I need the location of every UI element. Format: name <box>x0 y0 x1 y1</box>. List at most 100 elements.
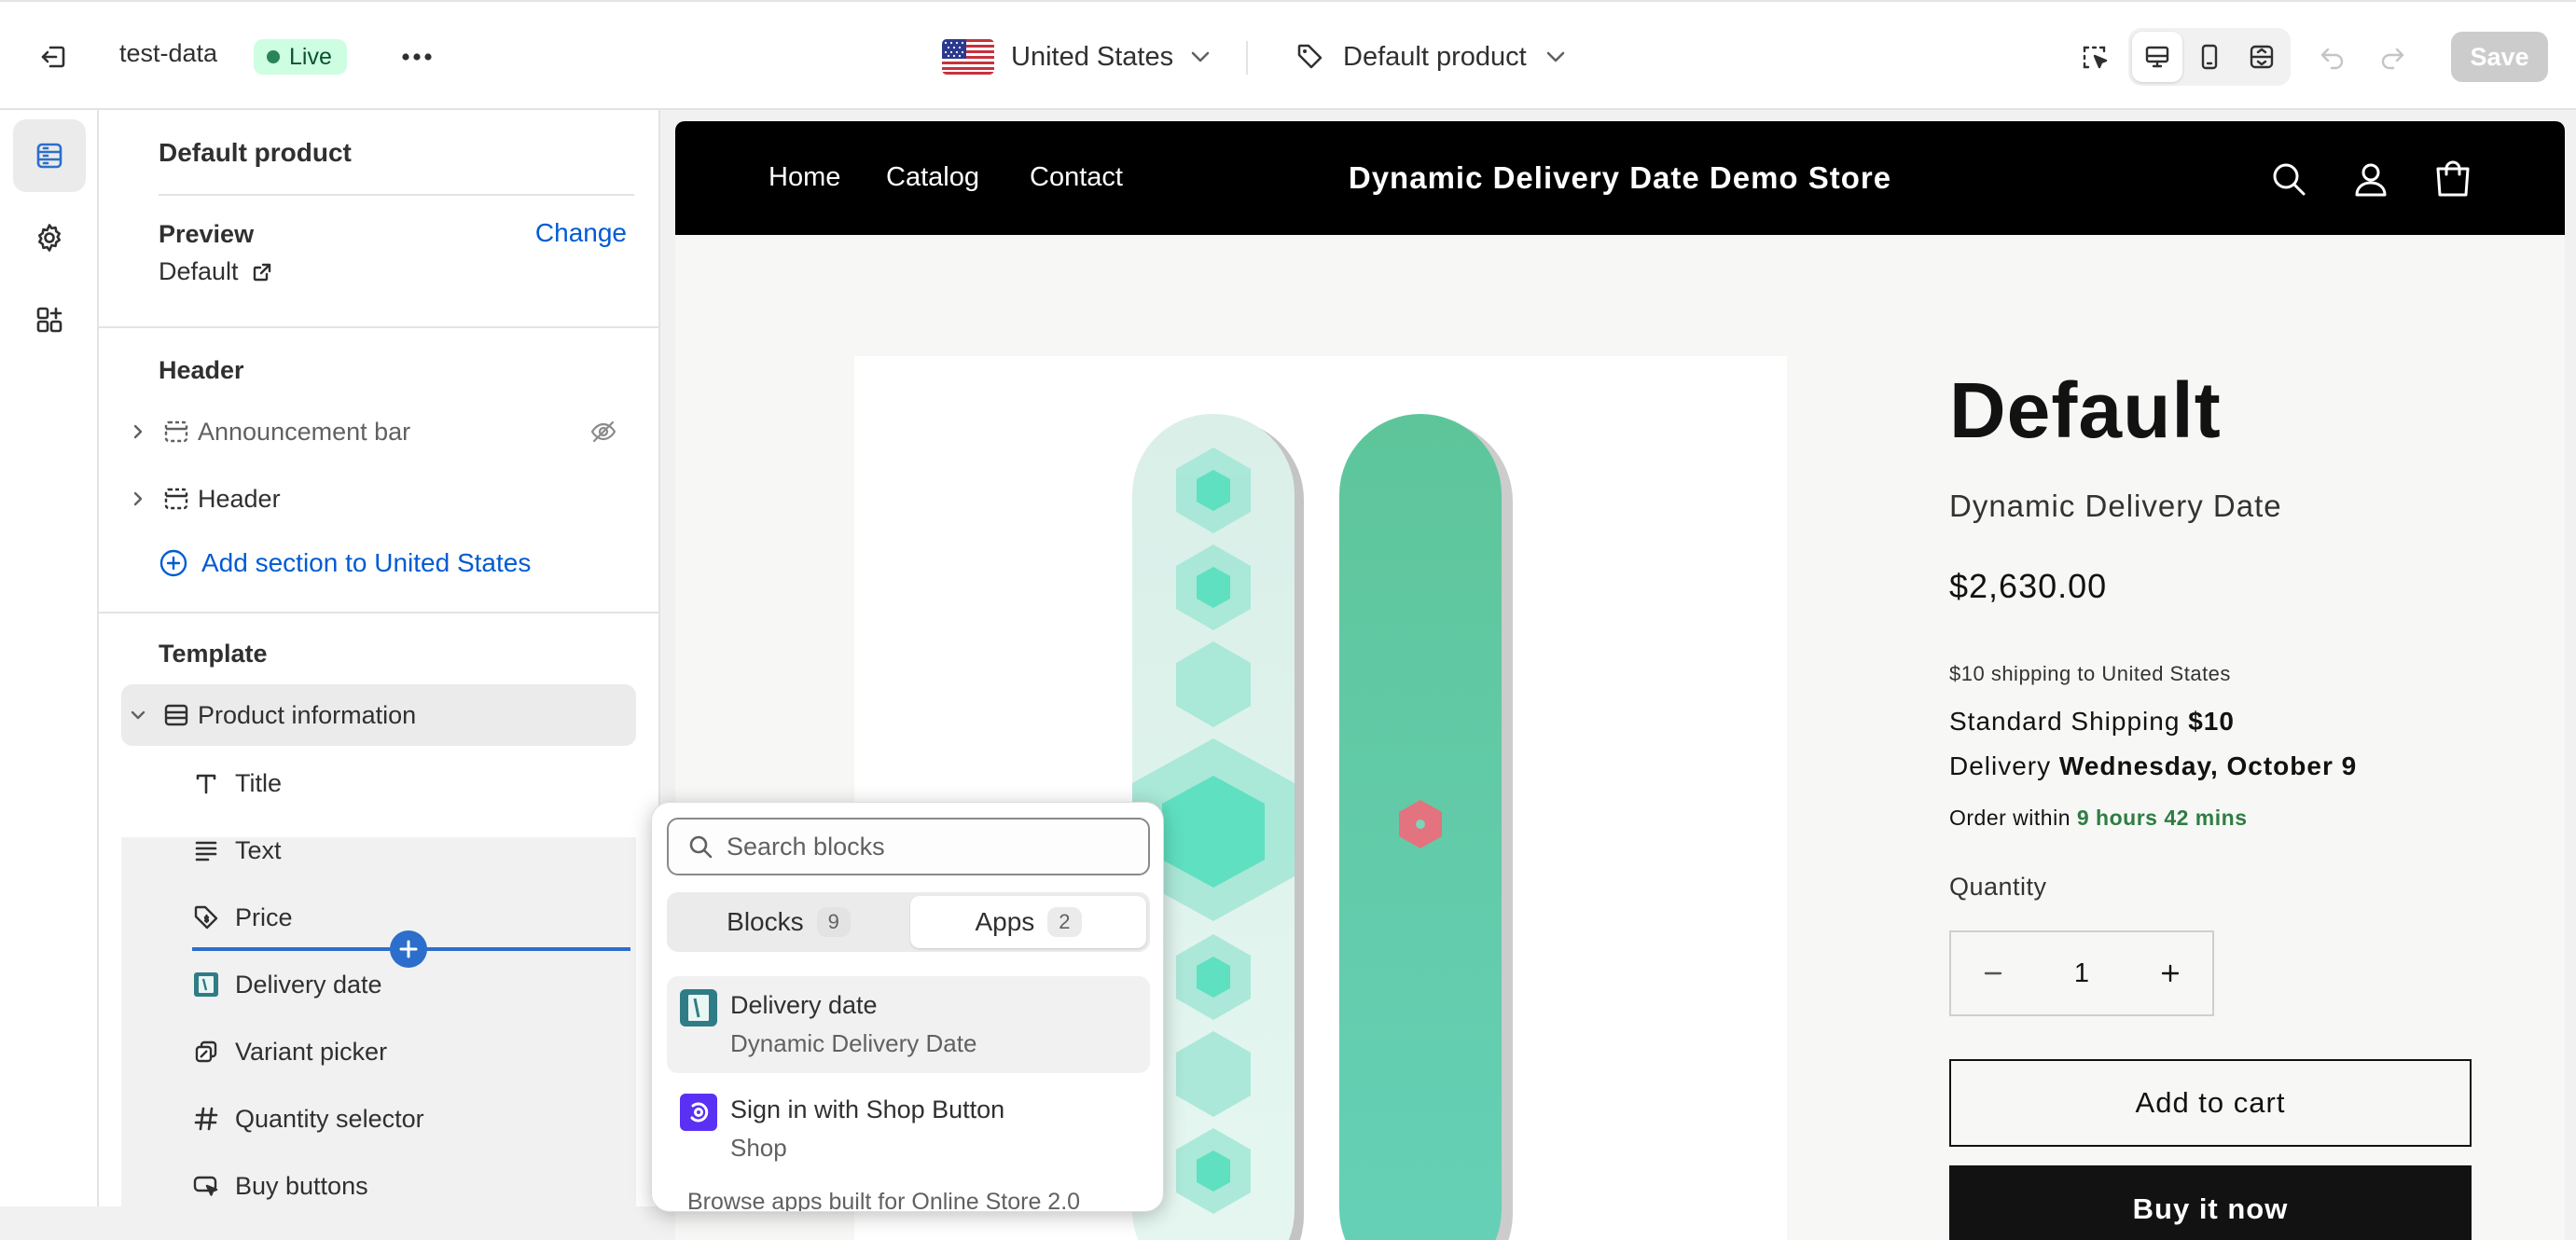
rail-sections-button[interactable] <box>13 119 86 192</box>
section-label: Header <box>198 484 281 513</box>
app-block-shop-sign-in[interactable]: Sign in with Shop Button Shop <box>667 1081 1150 1178</box>
block-label: Title <box>235 768 283 797</box>
editor-left-rail <box>0 110 99 1206</box>
mobile-view-button[interactable] <box>2184 32 2235 82</box>
tab-label: Apps <box>975 907 1035 936</box>
inspector-button[interactable] <box>2070 34 2121 82</box>
buy-now-button[interactable]: Buy it now <box>1949 1165 2472 1240</box>
exit-icon <box>38 42 68 72</box>
rail-apps-button[interactable] <box>13 283 86 356</box>
section-icon <box>155 486 198 512</box>
rail-settings-button[interactable] <box>13 201 86 274</box>
viewport-toggle-group <box>2128 28 2291 86</box>
tab-apps[interactable]: Apps 2 <box>910 896 1146 948</box>
search-blocks-field[interactable] <box>667 818 1150 875</box>
product-subtitle: Dynamic Delivery Date <box>1949 489 2282 523</box>
section-announcement-bar[interactable]: Announcement bar <box>121 401 634 462</box>
exit-editor-button[interactable] <box>28 32 78 82</box>
plus-circle-icon <box>159 548 188 578</box>
preview-value-link[interactable]: Default <box>159 257 272 286</box>
app-vendor: Dynamic Delivery Date <box>730 1029 977 1057</box>
delivery-label: Delivery <box>1949 751 2052 780</box>
live-badge-label: Live <box>289 43 332 70</box>
select-cursor-icon <box>2081 43 2111 73</box>
add-block-popover: Blocks 9 Apps 2 Delivery date Dynamic De… <box>651 802 1164 1212</box>
ellipsis-icon <box>401 52 433 62</box>
standard-shipping-label: Standard Shipping <box>1949 707 2181 736</box>
block-variant-picker[interactable]: Variant picker <box>192 1024 387 1080</box>
block-quantity-selector[interactable]: Quantity selector <box>192 1091 424 1147</box>
template-selector[interactable]: Default product <box>1296 32 1566 82</box>
block-price[interactable]: Price <box>192 889 293 945</box>
topbar-divider <box>1246 41 1248 75</box>
plus-icon <box>398 939 419 959</box>
redo-button[interactable] <box>2367 35 2417 80</box>
divider <box>159 194 634 196</box>
plus-icon[interactable] <box>2160 963 2181 984</box>
editor-topbar: test-data Live United States Default pro… <box>0 0 2576 110</box>
app-block-delivery-date[interactable]: Delivery date Dynamic Delivery Date <box>667 976 1150 1073</box>
app-block-icon <box>192 971 220 999</box>
tab-label: Blocks <box>727 907 804 936</box>
live-status-badge: Live <box>254 39 347 75</box>
tag-icon <box>1296 43 1324 71</box>
fullscreen-view-button[interactable] <box>2237 32 2287 82</box>
desktop-view-button[interactable] <box>2132 32 2182 82</box>
save-button[interactable]: Save <box>2451 32 2548 82</box>
fullscreen-icon <box>2249 44 2275 70</box>
eye-off-icon[interactable] <box>589 418 617 446</box>
tab-count-badge: 9 <box>816 907 851 937</box>
standard-shipping-line: Standard Shipping $10 <box>1949 707 2235 737</box>
change-preview-link[interactable]: Change <box>535 218 627 248</box>
redo-icon <box>2378 46 2406 70</box>
picker-tabs: Blocks 9 Apps 2 <box>667 892 1150 952</box>
block-label: Delivery date <box>235 970 382 999</box>
search-icon[interactable] <box>2266 157 2311 201</box>
mobile-icon <box>2198 44 2221 70</box>
section-product-information[interactable]: Product information <box>121 684 636 746</box>
block-buy-buttons[interactable]: Buy buttons <box>192 1158 368 1206</box>
section-header[interactable]: Header <box>121 468 634 530</box>
undo-button[interactable] <box>2307 35 2358 80</box>
cart-icon[interactable] <box>2431 157 2475 201</box>
template-group-heading: Template <box>159 640 268 668</box>
chevron-down-icon <box>1190 50 1211 63</box>
country-selector[interactable]: United States <box>942 32 1211 82</box>
delivery-line: Delivery Wednesday, October 9 <box>1949 751 2357 781</box>
quantity-label: Quantity <box>1949 873 2047 901</box>
add-to-cart-button[interactable]: Add to cart <box>1949 1059 2472 1147</box>
tab-count-badge: 2 <box>1047 907 1082 937</box>
search-blocks-input[interactable] <box>727 832 1118 861</box>
live-dot-icon <box>267 50 280 63</box>
add-section-label: Add section to United States <box>201 548 532 577</box>
delivery-date-app-icon <box>680 989 717 1026</box>
store-header: Home Catalog Contact Dynamic Delivery Da… <box>675 121 2565 235</box>
quantity-stepper: 1 <box>1949 930 2214 1016</box>
text-icon <box>192 836 220 864</box>
quantity-input[interactable]: 1 <box>2074 958 2089 989</box>
external-link-icon <box>252 262 272 282</box>
block-label: Quantity selector <box>235 1104 424 1133</box>
undo-icon <box>2319 46 2347 70</box>
chevron-right-icon <box>121 422 155 441</box>
block-text[interactable]: Text <box>192 822 282 878</box>
minus-icon[interactable] <box>1983 963 2003 984</box>
browse-apps-link[interactable]: Browse apps built for Online Store 2.0 <box>687 1189 1080 1211</box>
delivery-date-value: Wednesday, October 9 <box>2058 751 2358 780</box>
header-group-heading: Header <box>159 356 244 384</box>
hash-icon <box>192 1105 220 1133</box>
tab-blocks[interactable]: Blocks 9 <box>671 896 907 948</box>
chevron-right-icon <box>121 489 155 508</box>
block-label: Price <box>235 902 293 931</box>
desktop-icon <box>2144 44 2170 70</box>
block-delivery-date[interactable]: Delivery date <box>192 957 382 1013</box>
shop-app-icon <box>680 1094 717 1131</box>
preview-value: Default <box>159 257 239 285</box>
block-title[interactable]: Title <box>192 755 282 811</box>
sections-sidebar: Default product Preview Change Default H… <box>99 110 660 1206</box>
more-actions-button[interactable] <box>392 35 442 78</box>
block-label: Text <box>235 835 282 864</box>
account-icon[interactable] <box>2348 157 2393 201</box>
add-section-button[interactable]: Add section to United States <box>159 535 531 591</box>
insert-block-button[interactable] <box>390 930 427 968</box>
